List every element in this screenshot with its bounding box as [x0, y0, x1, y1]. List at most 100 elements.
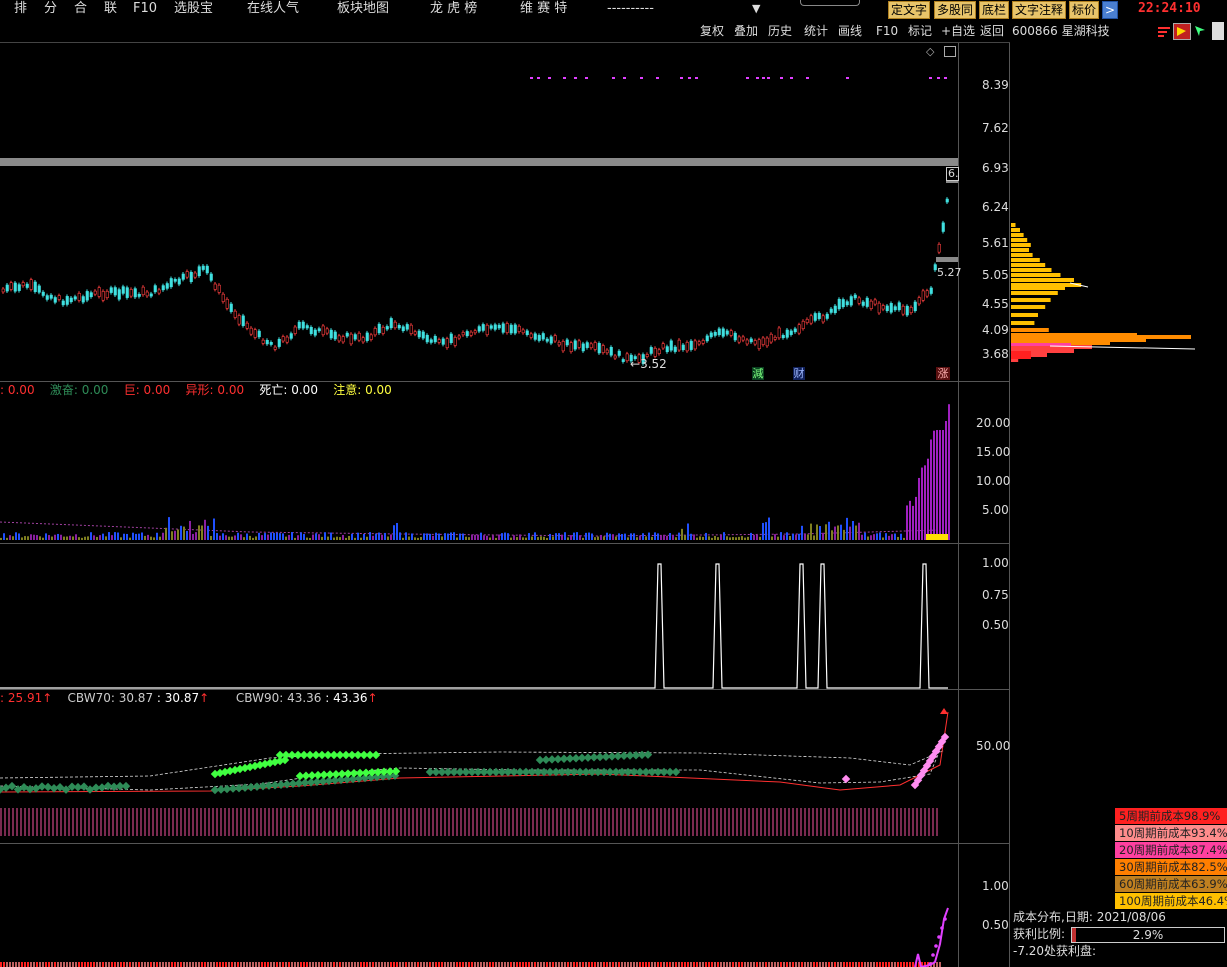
candle-body	[457, 335, 461, 339]
dropdown-icon[interactable]: ▼	[752, 0, 760, 18]
menu-item-analysis[interactable]: 分	[44, 0, 57, 18]
text-annotation-button[interactable]: 文字注释	[1012, 1, 1067, 19]
band-bar	[460, 808, 462, 836]
menu-item-sector-map[interactable]: 板块地图	[337, 0, 389, 18]
cbw-indicator-chart[interactable]	[0, 690, 958, 843]
base-bar	[675, 962, 677, 967]
band-bar	[840, 808, 842, 836]
menu-item-combine[interactable]: 合	[74, 0, 87, 18]
volume-bar	[72, 536, 74, 540]
band-bar	[184, 808, 186, 836]
base-bar	[72, 962, 74, 967]
candle-body	[125, 287, 129, 298]
signal-dot	[656, 77, 659, 79]
volume-bar	[0, 537, 2, 540]
menu-item-stock-picker[interactable]: 选股宝	[174, 0, 213, 18]
signal-dot	[585, 77, 588, 79]
candle-body	[309, 326, 313, 334]
band-bar	[908, 808, 910, 836]
base-bar	[288, 962, 290, 967]
panel-toggle-icon[interactable]	[1212, 22, 1224, 40]
volume-bar	[726, 536, 728, 540]
marker-reduce[interactable]: 減	[752, 367, 764, 380]
marker-finance[interactable]: 财	[793, 367, 805, 380]
bars-icon[interactable]	[1158, 25, 1170, 37]
base-bar	[606, 962, 608, 967]
draw-line-button[interactable]: 画线	[838, 22, 862, 40]
volume-bar	[357, 532, 359, 540]
base-bar	[819, 962, 821, 967]
candlestick-chart[interactable]	[0, 43, 958, 381]
marker-rise[interactable]: 涨	[936, 367, 950, 380]
ind2-tick: 0.75	[982, 588, 1009, 602]
menu-item-link[interactable]: 联	[104, 0, 117, 18]
base-bar	[741, 962, 743, 967]
cost-bar-pink	[1011, 343, 1071, 346]
statistics-button[interactable]: 统计	[804, 22, 828, 40]
base-bar	[372, 962, 374, 967]
band-bar	[764, 808, 766, 836]
candle-body	[229, 303, 233, 312]
volume-bar	[360, 537, 362, 540]
band-bar	[500, 808, 502, 836]
band-bar	[308, 808, 310, 836]
candle-body	[473, 330, 477, 334]
fixed-text-button[interactable]: 定文字	[888, 1, 931, 19]
f10-button[interactable]: F10	[876, 22, 898, 40]
restore-rights-button[interactable]: 复权	[700, 22, 724, 40]
base-bar	[726, 962, 728, 967]
base-bar	[528, 962, 530, 967]
base-bar	[156, 962, 158, 967]
candle-body	[321, 325, 325, 336]
back-button[interactable]: 返回	[980, 22, 1004, 40]
volume-bar	[510, 537, 512, 540]
band-bar	[432, 808, 434, 836]
price-tag-button[interactable]: 标价	[1069, 1, 1100, 19]
volume-bar	[177, 529, 179, 540]
candle-body	[413, 331, 417, 335]
band-bar	[508, 808, 510, 836]
multi-stock-button[interactable]: 多股同	[934, 1, 977, 19]
mark-button[interactable]: 标记	[908, 22, 932, 40]
menu-item-f10[interactable]: F10	[133, 0, 157, 18]
volume-bar	[768, 517, 770, 540]
ind1-tick: 20.00	[976, 416, 1011, 430]
bottom-bar-button[interactable]: 底栏	[979, 1, 1010, 19]
band-bar	[532, 808, 534, 836]
volume-bar	[816, 524, 818, 540]
base-bar	[543, 962, 545, 967]
add-watchlist-button[interactable]: +自选	[941, 22, 975, 40]
menu-item-popularity[interactable]: 在线人气	[247, 0, 299, 18]
base-bar	[645, 962, 647, 967]
menu-item-wasset[interactable]: 维 赛 特	[520, 0, 567, 18]
menu-item-dragon-tiger[interactable]: 龙 虎 榜	[430, 0, 477, 18]
candle-body	[301, 321, 305, 329]
menu-item-dashes: ----------	[607, 1, 654, 16]
band-bar	[152, 808, 154, 836]
volume-bar	[390, 534, 392, 540]
more-arrow-icon[interactable]: >	[1102, 1, 1119, 19]
bottom-indicator-chart[interactable]	[0, 844, 958, 967]
signal-indicator-chart[interactable]	[0, 544, 958, 689]
volume-bar	[513, 535, 515, 540]
volume-indicator-chart[interactable]	[0, 382, 958, 543]
cost-bar	[1011, 291, 1058, 295]
base-bar	[138, 962, 140, 967]
band-bar	[404, 808, 406, 836]
volume-bar	[21, 537, 23, 540]
candle-body	[217, 284, 221, 293]
base-bar	[432, 962, 434, 967]
cursor-icon[interactable]	[1193, 24, 1207, 38]
history-button[interactable]: 历史	[768, 22, 792, 40]
chart-mode-icon[interactable]	[1173, 23, 1191, 40]
volume-bar	[309, 537, 311, 540]
volume-bar	[873, 534, 875, 540]
base-bar	[273, 962, 275, 967]
base-bar	[735, 962, 737, 967]
menu-item-rank[interactable]: 排	[14, 0, 27, 18]
base-bar	[696, 962, 698, 967]
band-bar	[676, 808, 678, 836]
volume-bar	[555, 533, 557, 540]
candle-body	[169, 278, 173, 288]
overlay-button[interactable]: 叠加	[734, 22, 758, 40]
